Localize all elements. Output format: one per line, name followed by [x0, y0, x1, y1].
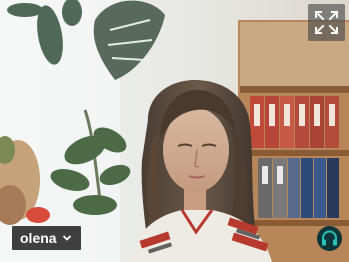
expand-arrows-icon	[314, 10, 339, 35]
fullscreen-button[interactable]	[308, 4, 345, 41]
video-feed	[0, 0, 349, 262]
chevron-down-icon	[62, 235, 71, 241]
audio-button[interactable]	[317, 226, 342, 251]
participant-name: olena	[20, 230, 57, 246]
video-tile: olena	[0, 0, 349, 262]
headphones-icon	[322, 230, 337, 246]
participant-name-menu[interactable]: olena	[12, 226, 81, 250]
